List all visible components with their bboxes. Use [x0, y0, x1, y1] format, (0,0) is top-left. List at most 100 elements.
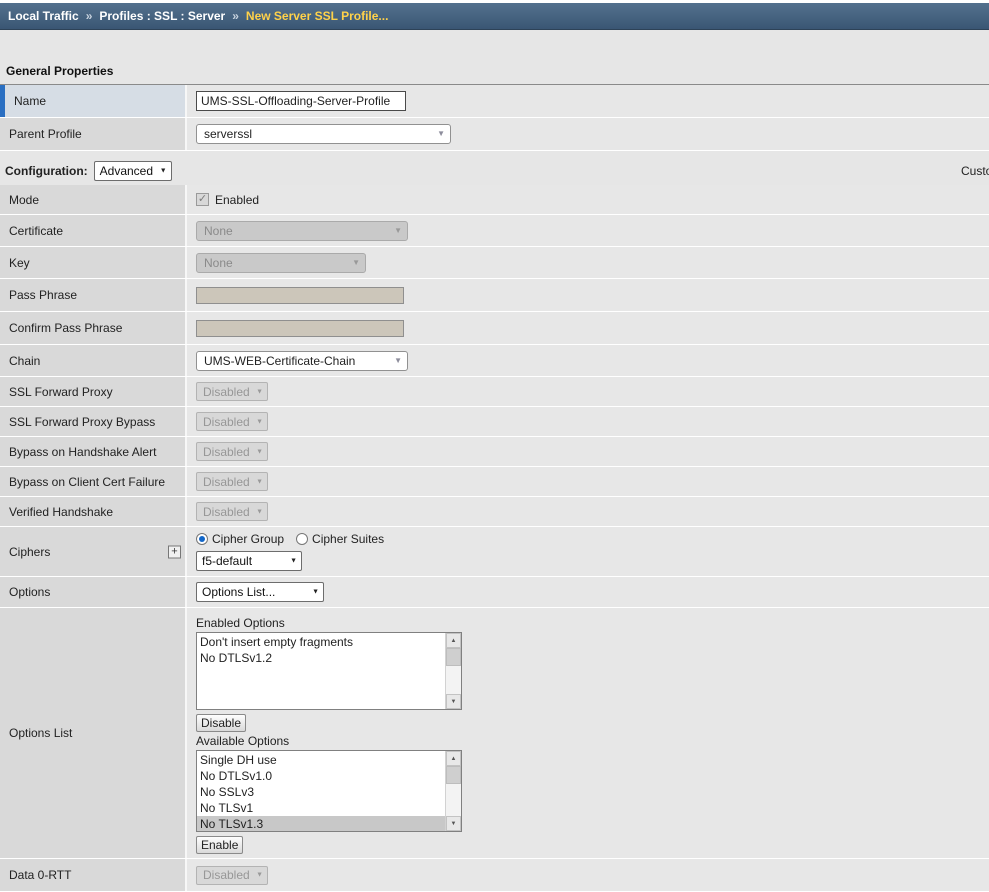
- key-select: None ▼: [196, 253, 366, 273]
- chevron-down-icon: ▼: [394, 357, 402, 365]
- chevron-down-icon: ▼: [256, 388, 263, 395]
- parent-profile-value: serverssl: [204, 127, 252, 141]
- parent-profile-select[interactable]: serverssl ▼: [196, 124, 451, 144]
- available-options-listbox[interactable]: Single DH use No DTLSv1.0 No SSLv3 No TL…: [196, 750, 462, 832]
- scrollbar-track[interactable]: [446, 648, 461, 694]
- chain-select[interactable]: UMS-WEB-Certificate-Chain ▼: [196, 351, 408, 371]
- enabled-options-listbox[interactable]: Don't insert empty fragments No DTLSv1.2…: [196, 632, 462, 710]
- chevron-down-icon: ▼: [312, 589, 319, 596]
- list-item[interactable]: No SSLv3: [197, 784, 445, 800]
- row-options: Options Options List... ▼: [0, 577, 989, 608]
- cipher-group-radio[interactable]: [196, 533, 208, 545]
- ssl-forward-proxy-label: SSL Forward Proxy: [0, 377, 187, 406]
- check-icon: ✓: [198, 194, 207, 205]
- chevron-down-icon: ▼: [290, 558, 297, 565]
- breadcrumb-section[interactable]: Local Traffic: [8, 9, 79, 23]
- available-options-title: Available Options: [196, 734, 289, 748]
- scrollbar[interactable]: ▲ ▼: [445, 751, 461, 831]
- list-item[interactable]: Single DH use: [197, 752, 445, 768]
- scrollbar-track[interactable]: [446, 766, 461, 816]
- breadcrumb-trail[interactable]: Profiles : SSL : Server: [99, 9, 225, 23]
- mode-checkbox[interactable]: ✓: [196, 193, 209, 206]
- confirm-pass-phrase-input: [196, 320, 404, 337]
- row-options-list: Options List Enabled Options Don't inser…: [0, 608, 989, 859]
- options-list-label: Options List: [0, 608, 187, 858]
- pass-phrase-input: [196, 287, 404, 304]
- bypass-on-handshake-alert-label: Bypass on Handshake Alert: [0, 437, 187, 466]
- options-label: Options: [0, 577, 187, 607]
- chevron-down-icon: ▼: [256, 508, 263, 515]
- verified-handshake-value: Disabled: [203, 505, 250, 519]
- row-ciphers: Ciphers + Cipher Group Cipher Suites f5-…: [0, 527, 989, 577]
- scroll-down-icon[interactable]: ▼: [446, 816, 461, 831]
- enabled-options-title: Enabled Options: [196, 616, 285, 630]
- row-bypass-on-handshake-alert: Bypass on Handshake Alert Disabled ▼: [0, 437, 989, 467]
- row-confirm-pass-phrase: Confirm Pass Phrase: [0, 312, 989, 345]
- confirm-pass-phrase-label: Confirm Pass Phrase: [0, 312, 187, 344]
- chain-label: Chain: [0, 345, 187, 376]
- configuration-select[interactable]: Advanced ▼: [94, 161, 172, 181]
- cipher-group-select-value: f5-default: [202, 554, 252, 568]
- scroll-up-icon[interactable]: ▲: [446, 751, 461, 766]
- breadcrumb-separator-icon: »: [232, 9, 239, 23]
- row-certificate: Certificate None ▼: [0, 215, 989, 247]
- key-value: None: [204, 256, 233, 270]
- data-0rtt-value: Disabled: [203, 868, 250, 882]
- bypass-on-handshake-alert-select: Disabled ▼: [196, 442, 268, 461]
- ssl-forward-proxy-select: Disabled ▼: [196, 382, 268, 401]
- scrollbar[interactable]: ▲ ▼: [445, 633, 461, 709]
- list-item-selected[interactable]: No TLSv1.3: [197, 816, 445, 831]
- list-item[interactable]: No TLSv1: [197, 800, 445, 816]
- row-pass-phrase: Pass Phrase: [0, 279, 989, 312]
- configuration-table: Mode ✓ Enabled Certificate None ▼ Key No…: [0, 185, 989, 892]
- cipher-suites-radio[interactable]: [296, 533, 308, 545]
- row-key: Key None ▼: [0, 247, 989, 279]
- disable-button[interactable]: Disable: [196, 714, 246, 732]
- row-parent-profile: Parent Profile serverssl ▼: [0, 118, 989, 151]
- options-select[interactable]: Options List... ▼: [196, 582, 324, 602]
- chevron-down-icon: ▼: [352, 259, 360, 267]
- verified-handshake-label: Verified Handshake: [0, 497, 187, 526]
- row-bypass-on-client-cert-failure: Bypass on Client Cert Failure Disabled ▼: [0, 467, 989, 497]
- ssl-forward-proxy-value: Disabled: [203, 385, 250, 399]
- bypass-on-handshake-alert-value: Disabled: [203, 445, 250, 459]
- list-item[interactable]: No DTLSv1.2: [197, 650, 445, 666]
- mode-checkbox-label: Enabled: [215, 193, 259, 207]
- general-properties-table: Name Parent Profile serverssl ▼: [0, 85, 989, 151]
- bypass-on-client-cert-failure-value: Disabled: [203, 475, 250, 489]
- scroll-up-icon[interactable]: ▲: [446, 633, 461, 648]
- list-item[interactable]: No DTLSv1.0: [197, 768, 445, 784]
- options-select-value: Options List...: [202, 585, 275, 599]
- certificate-label: Certificate: [0, 215, 187, 246]
- parent-profile-label: Parent Profile: [0, 118, 187, 150]
- certificate-value: None: [204, 224, 233, 238]
- row-data-0rtt: Data 0-RTT Disabled ▼: [0, 859, 989, 892]
- row-ssl-forward-proxy: SSL Forward Proxy Disabled ▼: [0, 377, 989, 407]
- cipher-group-select[interactable]: f5-default ▼: [196, 551, 302, 571]
- chevron-down-icon: ▼: [256, 478, 263, 485]
- chevron-down-icon: ▼: [160, 168, 167, 175]
- ciphers-label-cell: Ciphers +: [0, 527, 187, 576]
- configuration-bar: Configuration: Advanced ▼ Custom: [0, 159, 989, 183]
- data-0rtt-select: Disabled ▼: [196, 866, 268, 885]
- configuration-select-value: Advanced: [100, 164, 153, 178]
- custom-column-header: Custom: [961, 164, 989, 178]
- chevron-down-icon: ▼: [256, 872, 263, 879]
- expand-plus-icon[interactable]: +: [168, 545, 181, 558]
- row-mode: Mode ✓ Enabled: [0, 185, 989, 215]
- enable-button[interactable]: Enable: [196, 836, 243, 854]
- bypass-on-client-cert-failure-select: Disabled ▼: [196, 472, 268, 491]
- ssl-forward-proxy-bypass-label: SSL Forward Proxy Bypass: [0, 407, 187, 436]
- chevron-down-icon: ▼: [394, 227, 402, 235]
- list-item[interactable]: Don't insert empty fragments: [197, 634, 445, 650]
- scroll-down-icon[interactable]: ▼: [446, 694, 461, 709]
- cipher-suites-radio-label: Cipher Suites: [312, 532, 384, 546]
- scrollbar-thumb[interactable]: [446, 648, 461, 666]
- data-0rtt-label: Data 0-RTT: [0, 859, 187, 891]
- scrollbar-thumb[interactable]: [446, 766, 461, 784]
- name-input[interactable]: [196, 91, 406, 111]
- configuration-label: Configuration:: [5, 164, 88, 178]
- row-name: Name: [0, 85, 989, 118]
- chain-value: UMS-WEB-Certificate-Chain: [204, 354, 355, 368]
- row-ssl-forward-proxy-bypass: SSL Forward Proxy Bypass Disabled ▼: [0, 407, 989, 437]
